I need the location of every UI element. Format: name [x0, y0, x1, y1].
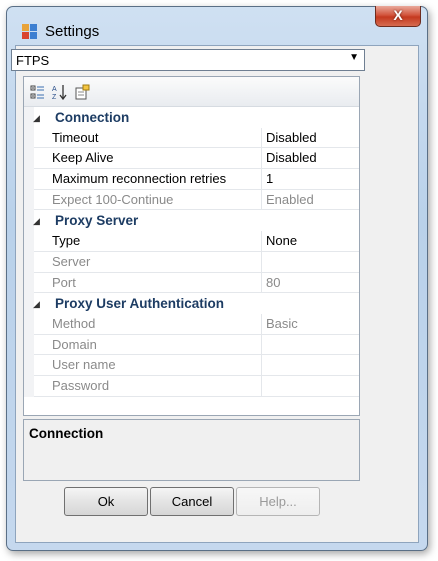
property-row[interactable]: Password: [24, 375, 359, 397]
close-button[interactable]: X: [375, 6, 421, 27]
property-name: Method: [34, 313, 262, 335]
property-name: Password: [34, 375, 262, 397]
row-margin: [24, 355, 34, 376]
row-margin: [24, 313, 34, 335]
row-margin: [24, 148, 34, 170]
property-row[interactable]: Keep Alive Disabled: [24, 148, 359, 170]
property-value[interactable]: [262, 355, 359, 376]
property-value[interactable]: [262, 335, 359, 356]
ok-button[interactable]: Ok: [64, 487, 148, 516]
cancel-button[interactable]: Cancel: [150, 487, 234, 516]
property-row[interactable]: Type None: [24, 231, 359, 252]
app-icon: [22, 24, 38, 40]
property-row[interactable]: Server: [24, 251, 359, 273]
property-row[interactable]: Domain: [24, 334, 359, 356]
property-value[interactable]: Disabled: [262, 128, 359, 149]
property-name: Port: [34, 272, 262, 294]
property-name: Server: [34, 251, 262, 273]
category-row[interactable]: ◢ Connection: [24, 107, 359, 128]
row-margin: [24, 251, 34, 273]
close-icon: X: [393, 7, 403, 23]
row-margin: [24, 189, 34, 211]
svg-text:A: A: [52, 86, 57, 93]
property-name: Maximum reconnection retries: [34, 169, 262, 190]
property-value[interactable]: Enabled: [262, 190, 359, 211]
chevron-down-icon[interactable]: ▼: [349, 52, 359, 63]
property-value[interactable]: Basic: [262, 314, 359, 335]
property-value[interactable]: [262, 252, 359, 273]
row-margin: [24, 334, 34, 356]
row-margin: [24, 169, 34, 190]
category-title: Proxy User Authentication: [55, 296, 225, 312]
property-name: Timeout: [34, 127, 262, 149]
property-pages-icon[interactable]: [74, 84, 90, 100]
property-row[interactable]: Timeout Disabled: [24, 127, 359, 149]
help-button[interactable]: Help...: [236, 487, 320, 516]
property-row[interactable]: Maximum reconnection retries 1: [24, 169, 359, 190]
property-row[interactable]: Expect 100-Continue Enabled: [24, 189, 359, 211]
alphabetical-sort-icon[interactable]: A Z: [52, 84, 68, 101]
title-bar[interactable]: Settings X: [7, 6, 427, 45]
collapse-arrow-icon[interactable]: ◢: [33, 299, 40, 310]
property-grid-rows: ◢ Connection Timeout Disabled Keep Alive Disa…: [24, 107, 359, 397]
property-value[interactable]: 1: [262, 169, 359, 190]
property-value[interactable]: None: [262, 231, 359, 252]
row-margin: [24, 231, 34, 252]
category-title: Proxy Server: [55, 213, 139, 229]
protocol-select-value: FTPS: [16, 53, 50, 68]
category-row[interactable]: ◢ Proxy User Authentication: [24, 293, 359, 314]
property-grid[interactable]: A Z ◢ Connection Timeout Disabled Keep Alive…: [23, 76, 360, 416]
property-name: Type: [34, 231, 262, 252]
protocol-select[interactable]: FTPS ▼: [11, 49, 365, 71]
property-value[interactable]: Disabled: [262, 148, 359, 170]
categorized-icon[interactable]: [30, 84, 46, 100]
property-name: User name: [34, 355, 262, 376]
property-row[interactable]: User name: [24, 355, 359, 376]
category-title: Connection: [55, 110, 130, 125]
property-name: Domain: [34, 334, 262, 356]
property-name: Keep Alive: [34, 148, 262, 170]
property-grid-toolbar: A Z: [24, 77, 359, 107]
collapse-arrow-icon[interactable]: ◢: [33, 113, 40, 124]
property-value[interactable]: [262, 376, 359, 397]
property-row[interactable]: Method Basic: [24, 313, 359, 335]
row-margin: [24, 272, 34, 294]
category-row[interactable]: ◢ Proxy Server: [24, 210, 359, 232]
svg-text:Z: Z: [52, 94, 57, 100]
collapse-arrow-icon[interactable]: ◢: [33, 216, 40, 227]
property-name: Expect 100-Continue: [34, 189, 262, 211]
row-margin: [24, 375, 34, 397]
property-row[interactable]: Port 80: [24, 272, 359, 294]
description-title: Connection: [29, 426, 104, 441]
description-panel: Connection: [23, 419, 360, 481]
row-margin: [24, 127, 34, 149]
property-value[interactable]: 80: [262, 273, 359, 294]
window-title: Settings: [45, 23, 100, 40]
